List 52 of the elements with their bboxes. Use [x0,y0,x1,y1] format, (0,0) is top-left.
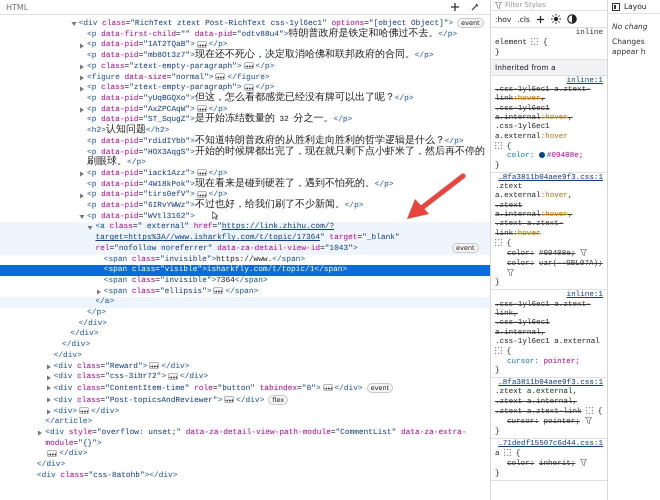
expand-arrow-icon[interactable] [79,192,86,199]
expand-arrow-icon[interactable] [46,385,52,392]
funnel-icon[interactable] [584,417,592,424]
funnel-icon[interactable] [580,249,587,256]
highlighter-icon[interactable] [531,38,538,46]
expand-arrow-icon[interactable] [46,364,52,370]
expand-arrow-icon[interactable] [79,171,86,178]
highlighter-icon[interactable] [495,347,502,354]
ellipsis-button[interactable] [322,384,332,392]
highlighter-icon[interactable] [495,238,502,246]
expand-arrow-icon[interactable] [37,430,44,436]
expand-arrow-icon[interactable] [46,374,52,381]
ellipsis-button[interactable] [244,84,254,91]
funnel-icon[interactable] [507,268,514,276]
funnel-icon [495,2,502,8]
expand-arrow-icon[interactable] [79,86,86,92]
add-icon[interactable] [536,14,545,24]
ellipsis-button[interactable] [224,396,234,404]
ellipsis-button[interactable] [196,169,207,176]
ellipsis-button[interactable] [213,287,224,294]
ellipsis-button[interactable] [244,62,254,70]
ellipsis-button[interactable] [79,406,90,414]
arrow-annotation [405,172,467,222]
highlighter-icon[interactable] [504,449,512,456]
ellipsis-button[interactable] [149,362,160,369]
eyedropper-icon[interactable] [470,2,480,12]
expand-arrow-icon[interactable] [79,75,86,82]
collapse-arrow-icon[interactable] [79,214,86,220]
mouse-pointer-icon [212,211,218,220]
ellipsis-button[interactable] [196,190,207,198]
expand-arrow-icon[interactable] [79,64,86,70]
panel-title: HTML [6,3,28,12]
add-icon[interactable] [450,2,460,12]
color-swatch[interactable] [538,152,545,158]
expand-arrow-icon[interactable] [79,42,86,49]
expand-arrow-icon[interactable] [46,409,52,415]
ellipsis-button[interactable] [215,73,226,80]
highlighter-icon[interactable] [586,406,594,414]
sun-icon[interactable] [550,14,561,24]
contrast-icon[interactable] [566,14,577,24]
expand-arrow-icon[interactable] [96,289,102,296]
expand-arrow-icon[interactable] [79,107,86,114]
expand-arrow-icon[interactable] [46,397,52,404]
ellipsis-button[interactable] [196,105,207,112]
ellipsis-button[interactable] [196,40,207,48]
ellipsis-button[interactable] [168,372,178,380]
collapse-arrow-icon[interactable] [87,224,94,231]
highlighter-icon[interactable] [495,142,502,149]
ellipsis-button[interactable] [47,450,58,457]
funnel-icon[interactable] [580,459,587,466]
panel-icon [612,2,620,10]
collapse-arrow-icon[interactable] [70,20,77,26]
